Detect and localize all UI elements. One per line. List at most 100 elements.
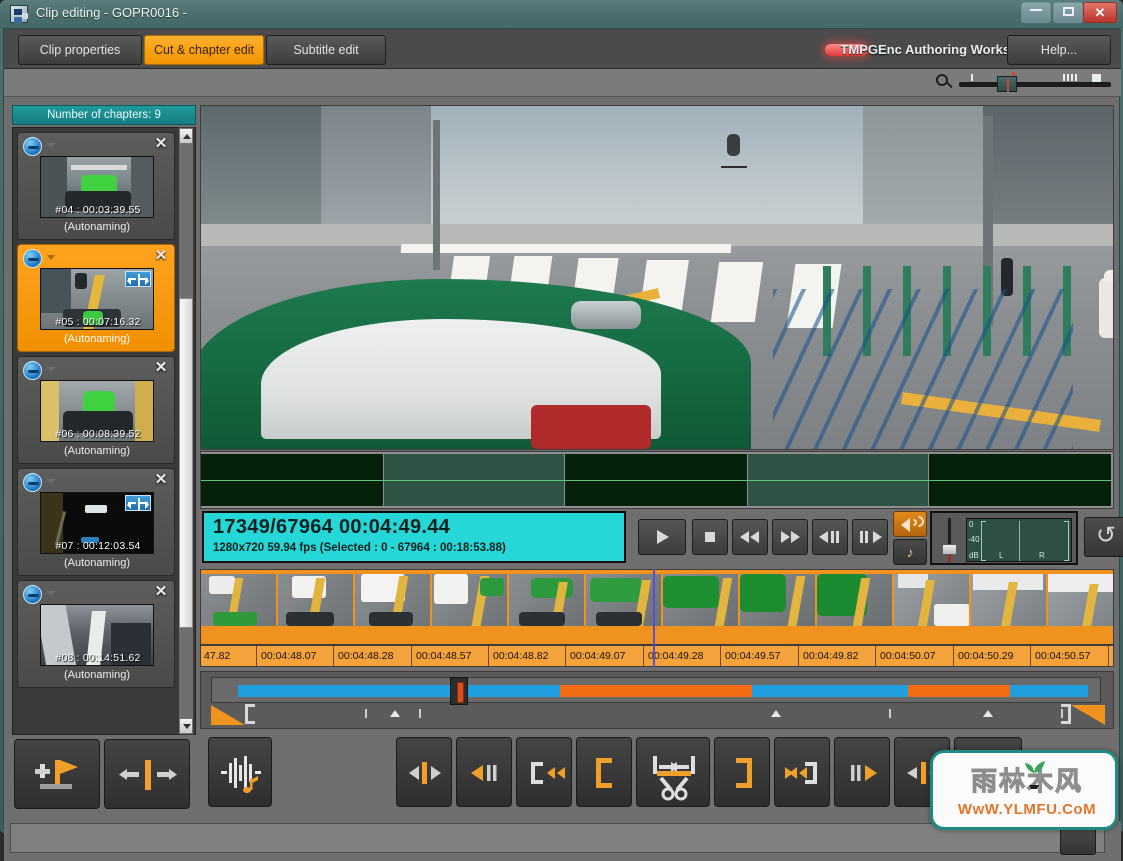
chevron-down-icon[interactable] [47, 591, 55, 596]
step-forward-button[interactable] [834, 737, 890, 807]
chapter-marker-icon [23, 361, 42, 380]
scrollbar-thumb[interactable] [179, 298, 193, 628]
tab-cut-chapter-edit[interactable]: Cut & chapter edit [144, 35, 264, 65]
close-button[interactable]: ✕ [1083, 2, 1117, 23]
chapter-card-05[interactable]: ✕ #05 : 00:07:16.32 (Autonaming) [17, 244, 175, 352]
delete-chapter-button[interactable]: ✕ [153, 135, 169, 153]
filmstrip-frame[interactable] [971, 574, 1047, 626]
waveform-segment [565, 454, 747, 506]
help-button[interactable]: Help... [1007, 35, 1111, 65]
scroll-down-button[interactable] [179, 718, 193, 734]
scroll-up-button[interactable] [179, 128, 193, 144]
minimize-button[interactable] [1021, 2, 1051, 23]
chapter-card-08[interactable]: ✕ #08 : 00:14:51.62 (Autonaming) [17, 580, 175, 688]
filmstrip-frame[interactable] [278, 574, 354, 626]
fast-forward-button[interactable] [772, 519, 808, 555]
chapter-thumbnail[interactable]: #08 : 00:14:51.62 [40, 604, 154, 666]
audio-waveform-button[interactable] [208, 737, 272, 807]
delete-chapter-button[interactable]: ✕ [153, 471, 169, 489]
filmstrip-frame[interactable] [509, 574, 585, 626]
filmstrip-frame[interactable] [663, 574, 739, 626]
out-point-bracket-icon[interactable] [1061, 704, 1071, 724]
timecode-cell: 00:04:48.57 [413, 646, 489, 666]
filmstrip-frame[interactable] [201, 574, 277, 626]
zoom-slider-track[interactable] [959, 82, 1111, 87]
timeline-track[interactable] [211, 677, 1101, 705]
filmstrip-frame[interactable] [432, 574, 508, 626]
tab-clip-properties[interactable]: Clip properties [18, 35, 142, 65]
chevron-down-icon[interactable] [47, 367, 55, 372]
undo-button[interactable]: ↺ [1084, 517, 1123, 557]
filmstrip[interactable] [200, 569, 1114, 645]
go-to-in-point-button[interactable] [516, 737, 572, 807]
filmstrip-frame[interactable] [817, 574, 893, 626]
audio-waveform-strip[interactable] [200, 451, 1114, 509]
add-chapter-button[interactable] [14, 739, 100, 809]
video-preview[interactable] [200, 105, 1114, 450]
volume-slider[interactable] [942, 518, 957, 562]
timeline-scrubber-thumb[interactable] [450, 677, 468, 705]
filmstrip-frame[interactable] [355, 574, 431, 626]
set-in-point-button[interactable] [576, 737, 632, 807]
chapter-card-04[interactable]: ✕ #04 : 00:03:39.55 (Autonaming) [17, 132, 175, 240]
playhead-marker[interactable] [653, 569, 655, 667]
maximize-button[interactable] [1053, 2, 1083, 23]
chapter-list-scrollbar[interactable] [178, 127, 194, 735]
tab-subtitle-edit[interactable]: Subtitle edit [266, 35, 386, 65]
timeline-segment-keep[interactable] [752, 685, 908, 697]
go-to-out-point-button[interactable] [774, 737, 830, 807]
jump-to-previous-edit-point-button[interactable] [396, 737, 452, 807]
filmstrip-timecode-bar: 47.82 00:04:48.07 00:04:48.28 00:04:48.5… [200, 645, 1114, 667]
status-action-button[interactable] [1060, 827, 1096, 855]
chapter-card-06[interactable]: ✕ #06 : 00:08:39.52 (Autonaming) [17, 356, 175, 464]
filmstrip-frame[interactable] [894, 574, 970, 626]
chevron-down-icon[interactable] [47, 255, 55, 260]
stop-button[interactable] [692, 519, 728, 555]
chapter-marker-triangle[interactable] [771, 710, 781, 717]
out-point-marker[interactable] [1071, 705, 1105, 725]
zoom-bar [4, 69, 1121, 97]
timeline-segment-keep[interactable] [1010, 685, 1088, 697]
split-chapter-icon[interactable] [125, 495, 151, 511]
previous-frame-button[interactable] [812, 519, 848, 555]
move-chapter-button[interactable] [104, 739, 190, 809]
cut-selection-button[interactable] [636, 737, 710, 807]
filmstrip-frame[interactable] [1048, 574, 1113, 626]
split-chapter-icon[interactable] [125, 271, 151, 287]
in-point-bracket-icon[interactable] [245, 704, 255, 724]
filmstrip-frame[interactable] [586, 574, 662, 626]
step-back-button[interactable] [456, 737, 512, 807]
chapter-thumbnail[interactable]: #05 : 00:07:16.32 [40, 268, 154, 330]
chevron-down-icon[interactable] [47, 143, 55, 148]
mute-toggle-button[interactable] [893, 511, 927, 537]
filmstrip-frame[interactable] [740, 574, 816, 626]
timeline-segment-cut[interactable] [908, 685, 1010, 697]
timeline-segment-keep[interactable] [238, 685, 560, 697]
undo-icon: ↺ [1095, 522, 1117, 549]
meter-right-label: R [1039, 551, 1045, 560]
delete-chapter-button[interactable]: ✕ [153, 247, 169, 265]
delete-chapter-button[interactable]: ✕ [153, 583, 169, 601]
chevron-down-icon[interactable] [47, 479, 55, 484]
chapter-thumbnail[interactable]: #06 : 00:08:39.52 [40, 380, 154, 442]
meter-channel-separator [1019, 521, 1020, 561]
in-point-marker[interactable] [211, 705, 245, 725]
chapter-time-label: #05 : 00:07:16.32 [55, 316, 141, 328]
chapter-thumbnail[interactable]: #07 : 00:12:03.54 [40, 492, 154, 554]
watermark-leaf-icon [1025, 761, 1045, 789]
chapter-list[interactable]: ✕ #04 : 00:03:39.55 (Autonaming) ✕ #05:… [12, 127, 196, 735]
chapter-marker-triangle[interactable] [983, 710, 993, 717]
set-out-point-button[interactable] [714, 737, 770, 807]
zoom-slider-thumb[interactable] [997, 76, 1017, 92]
play-button[interactable] [638, 519, 686, 555]
chapter-thumbnail[interactable]: #04 : 00:03:39.55 [40, 156, 154, 218]
clip-timeline[interactable] [200, 671, 1114, 729]
timeline-segment-cut[interactable] [560, 685, 752, 697]
rewind-button[interactable] [732, 519, 768, 555]
magnifier-icon [936, 74, 953, 91]
next-frame-button[interactable] [852, 519, 888, 555]
delete-chapter-button[interactable]: ✕ [153, 359, 169, 377]
audio-track-button[interactable]: ♪ [893, 539, 927, 565]
chapter-card-07[interactable]: ✕ #07 : 00:12:03.54 (Autonaming) [17, 468, 175, 576]
chapter-marker-triangle[interactable] [390, 710, 400, 717]
